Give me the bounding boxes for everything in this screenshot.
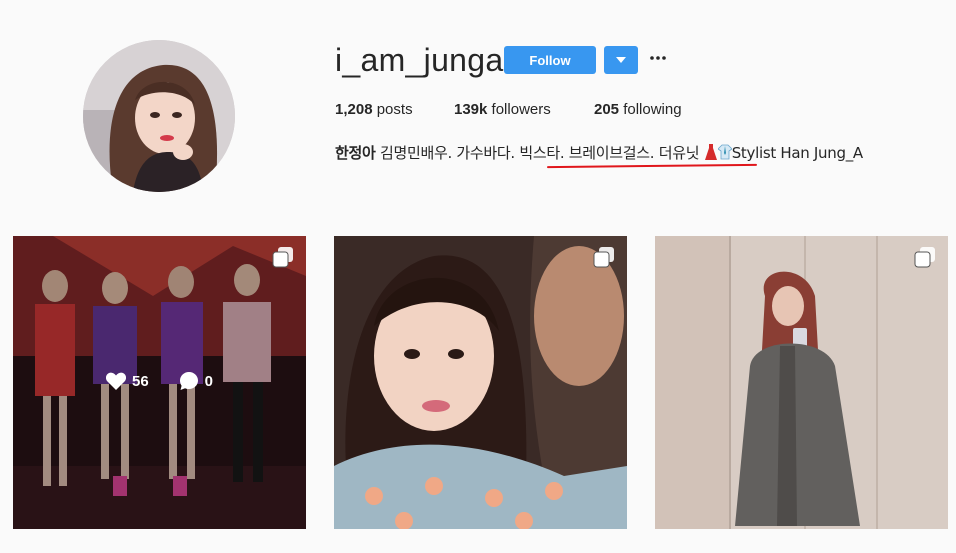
followers-stat[interactable]: 139k followers xyxy=(454,101,551,118)
comment-icon xyxy=(179,372,198,390)
following-stat[interactable]: 205 following xyxy=(594,101,682,118)
more-options-icon xyxy=(650,56,666,60)
multiple-photos-icon xyxy=(593,247,614,268)
posts-count: 1,208 xyxy=(335,101,373,118)
following-label: following xyxy=(623,101,682,118)
bio-text: 김명민배우. 가수바다. xyxy=(375,144,520,162)
following-count: 205 xyxy=(594,101,620,118)
bio-highlight-text: 빅스타. 브레이브걸스. 더유닛 xyxy=(519,144,700,162)
post-image xyxy=(655,236,948,529)
avatar-image xyxy=(83,40,235,192)
more-options-button[interactable] xyxy=(648,48,668,68)
profile-avatar[interactable] xyxy=(83,40,235,192)
followers-count: 139k xyxy=(454,101,488,118)
followers-label: followers xyxy=(491,101,551,118)
shirt-emoji-icon xyxy=(717,144,733,160)
suggestions-dropdown-button[interactable] xyxy=(604,46,638,74)
multiple-photos-icon xyxy=(272,247,293,268)
profile-bio: 한정아 김명민배우. 가수바다. 빅스타. 브레이브걸스. 더유닛 Stylis… xyxy=(335,142,863,163)
posts-label: posts xyxy=(376,101,413,118)
dress-emoji-icon xyxy=(704,144,717,160)
post-hover-stats: 56 0 xyxy=(13,371,306,391)
heart-icon xyxy=(105,372,126,390)
multiple-photos-icon xyxy=(914,247,935,268)
comments-stat: 0 xyxy=(179,371,213,391)
post-thumbnail[interactable] xyxy=(655,236,948,529)
dropdown-arrow-icon xyxy=(616,57,626,63)
likes-count: 56 xyxy=(131,372,149,390)
post-thumbnail[interactable] xyxy=(334,236,627,529)
post-thumbnail[interactable]: 56 0 xyxy=(13,236,306,529)
highlight-underline xyxy=(546,163,758,169)
likes-stat: 56 xyxy=(105,371,149,391)
comments-count: 0 xyxy=(204,372,214,390)
bio-name: 한정아 xyxy=(335,144,376,162)
follow-button[interactable]: Follow xyxy=(504,46,596,74)
post-image xyxy=(334,236,627,529)
bio-stylist-text: Stylist Han Jung_A xyxy=(731,144,863,162)
profile-username: i_am_junga xyxy=(335,42,504,78)
posts-stat: 1,208 posts xyxy=(335,101,413,118)
